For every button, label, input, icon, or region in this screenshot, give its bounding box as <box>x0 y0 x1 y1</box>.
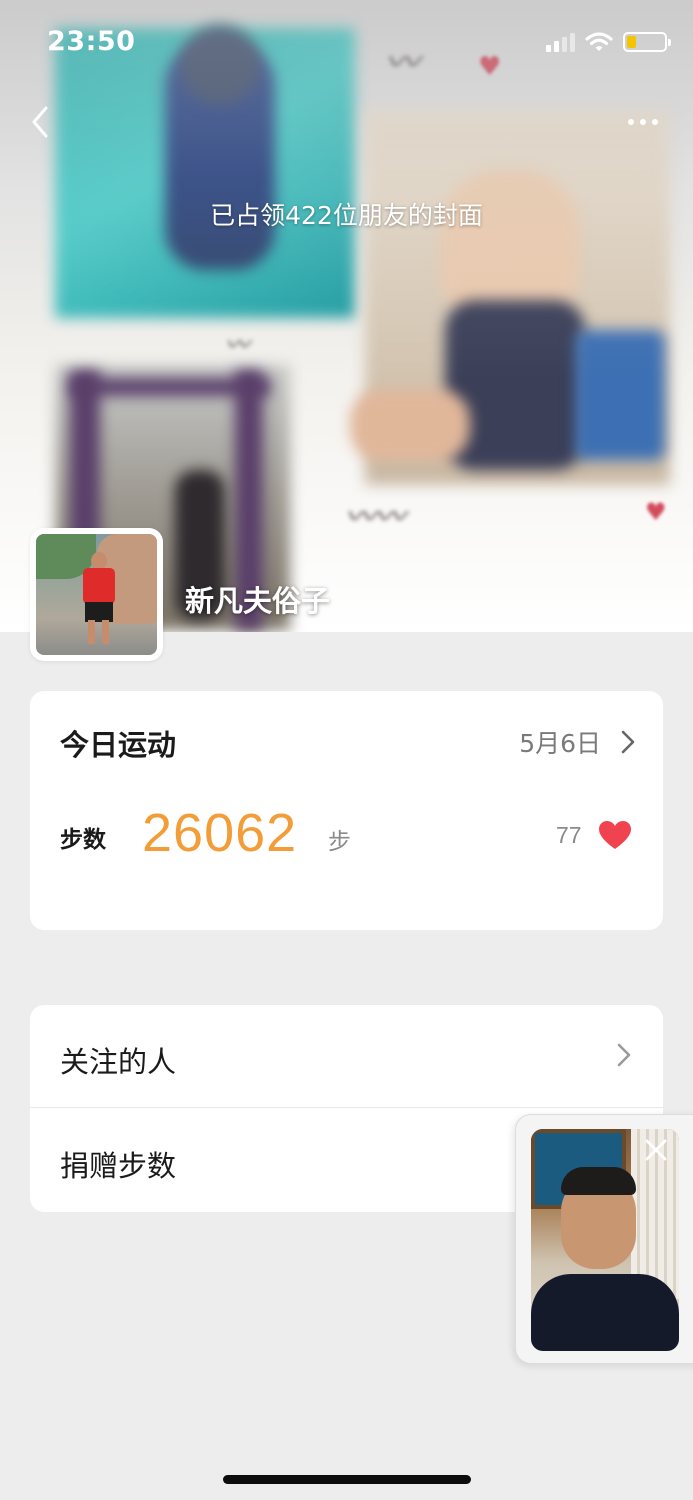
steps-unit: 步 <box>328 829 351 855</box>
list-item-label: 捐赠步数 <box>60 1149 177 1183</box>
chevron-right-icon <box>621 730 635 754</box>
sport-date: 5月6日 <box>519 729 601 758</box>
back-icon <box>32 106 48 138</box>
chevron-right-icon <box>617 1043 631 1067</box>
cellular-signal-icon <box>546 32 575 52</box>
cover-caption: 已占领422位朋友的封面 <box>210 201 483 230</box>
battery-icon <box>623 32 671 52</box>
avatar-photo <box>36 534 157 655</box>
list-item-following[interactable]: 关注的人 <box>30 1005 663 1108</box>
status-time: 23:50 <box>47 26 136 57</box>
back-button[interactable] <box>24 100 64 144</box>
close-icon[interactable] <box>643 1137 669 1163</box>
heart-icon[interactable] <box>598 820 632 850</box>
more-icon <box>628 119 634 125</box>
sport-date-link[interactable]: 5月6日 <box>519 724 635 760</box>
more-button[interactable] <box>623 108 663 136</box>
likes-count: 77 <box>556 822 582 848</box>
steps-value: 26062 <box>142 803 298 863</box>
floating-video-window[interactable] <box>515 1114 693 1364</box>
wifi-icon <box>585 32 613 51</box>
status-icons <box>546 30 671 54</box>
list-item-label: 关注的人 <box>60 1045 177 1079</box>
nickname: 新凡夫俗子 <box>185 584 331 618</box>
steps-label: 步数 <box>60 827 106 853</box>
avatar[interactable] <box>30 528 163 661</box>
today-sport-title: 今日运动 <box>60 728 177 762</box>
home-indicator[interactable] <box>223 1475 471 1484</box>
